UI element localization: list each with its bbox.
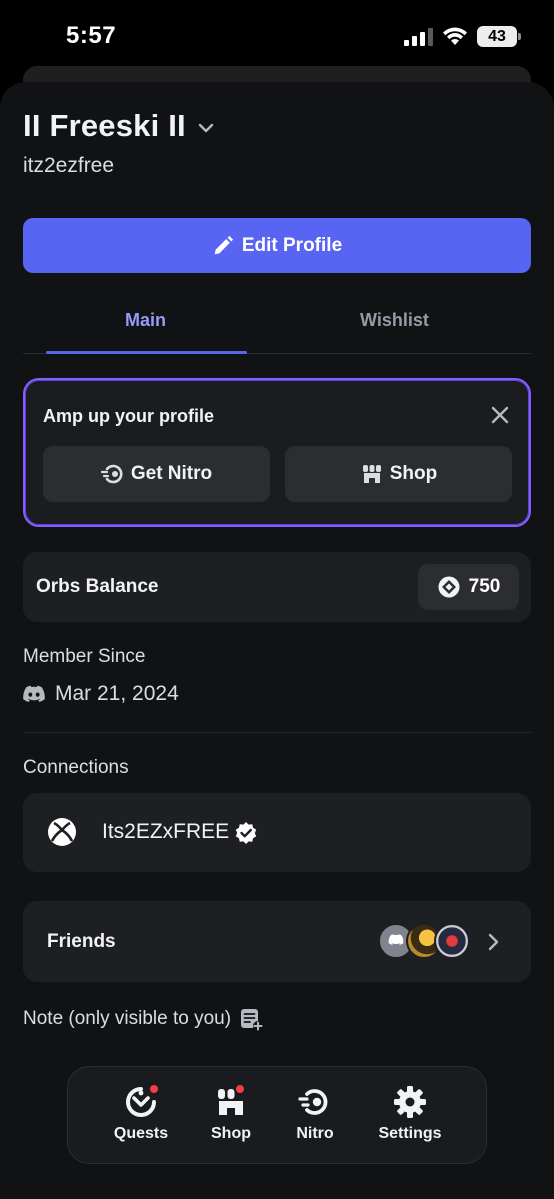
nav-nitro[interactable]: Nitro <box>270 1085 360 1143</box>
orbs-balance-value: 750 <box>468 576 501 597</box>
add-note-icon <box>241 1009 264 1031</box>
connection-name: Its2EZxFREE <box>102 820 230 843</box>
nav-settings[interactable]: Settings <box>365 1085 455 1143</box>
orb-icon <box>438 576 460 598</box>
tab-wishlist[interactable]: Wishlist <box>360 310 429 331</box>
shop-icon <box>362 465 381 483</box>
bottom-nav: Quests Shop Nitro Settings <box>67 1066 487 1164</box>
status-time: 5:57 <box>66 22 117 49</box>
orbs-balance-card[interactable]: Orbs Balance 750 <box>23 552 531 622</box>
section-divider <box>23 732 531 733</box>
battery-indicator: 43 <box>477 26 521 47</box>
get-nitro-button[interactable]: Get Nitro <box>43 446 270 502</box>
chevron-right-icon <box>488 933 499 951</box>
edit-profile-label: Edit Profile <box>241 234 343 256</box>
chevron-down-icon <box>198 123 214 133</box>
nav-shop-label: Shop <box>211 1125 251 1142</box>
member-since-date: Mar 21, 2024 <box>55 682 179 705</box>
note-row[interactable]: Note (only visible to you) <box>23 1007 264 1031</box>
close-icon[interactable] <box>489 404 511 426</box>
nitro-icon <box>298 1089 328 1115</box>
friends-card[interactable]: Friends <box>23 901 531 982</box>
nav-shop[interactable]: Shop <box>186 1083 276 1143</box>
orbs-balance-pill[interactable]: 750 <box>418 564 519 610</box>
get-nitro-label: Get Nitro <box>130 463 213 484</box>
notification-badge <box>234 1083 246 1095</box>
connection-item-xbox[interactable]: Its2EZxFREE <box>23 793 531 872</box>
member-since-label: Member Since <box>23 646 146 667</box>
pencil-icon <box>214 235 233 254</box>
nav-nitro-label: Nitro <box>296 1125 334 1142</box>
note-label: Note (only visible to you) <box>23 1008 232 1029</box>
shop-button[interactable]: Shop <box>285 446 512 502</box>
active-tab-indicator <box>46 351 247 354</box>
cellular-signal-icon <box>404 28 433 46</box>
discord-icon <box>23 685 45 702</box>
amp-profile-card: Amp up your profile Get Nitro Shop <box>23 378 531 527</box>
xbox-icon <box>48 818 76 846</box>
shop-label: Shop <box>389 463 438 484</box>
edit-profile-button[interactable]: Edit Profile <box>23 218 531 273</box>
gear-icon <box>394 1086 426 1118</box>
nav-settings-label: Settings <box>378 1125 442 1142</box>
nitro-icon <box>100 464 123 484</box>
friend-avatar <box>434 923 470 959</box>
nav-quests[interactable]: Quests <box>96 1083 186 1143</box>
wifi-icon <box>443 27 467 45</box>
username: itz2ezfree <box>23 154 115 177</box>
member-since-row: Mar 21, 2024 <box>23 682 179 706</box>
amp-card-title: Amp up your profile <box>43 406 214 426</box>
friends-label: Friends <box>47 931 116 952</box>
verified-icon <box>235 822 257 844</box>
notification-badge <box>148 1083 160 1095</box>
account-switcher[interactable]: II Freeski II <box>23 108 216 144</box>
display-name: II Freeski II <box>23 108 186 143</box>
tab-main[interactable]: Main <box>125 310 166 331</box>
status-bar: 5:57 43 <box>0 0 554 70</box>
orbs-balance-label: Orbs Balance <box>36 576 159 597</box>
profile-tabs: Main Wishlist <box>23 296 531 354</box>
nav-quests-label: Quests <box>113 1125 169 1142</box>
connections-label: Connections <box>23 757 129 778</box>
